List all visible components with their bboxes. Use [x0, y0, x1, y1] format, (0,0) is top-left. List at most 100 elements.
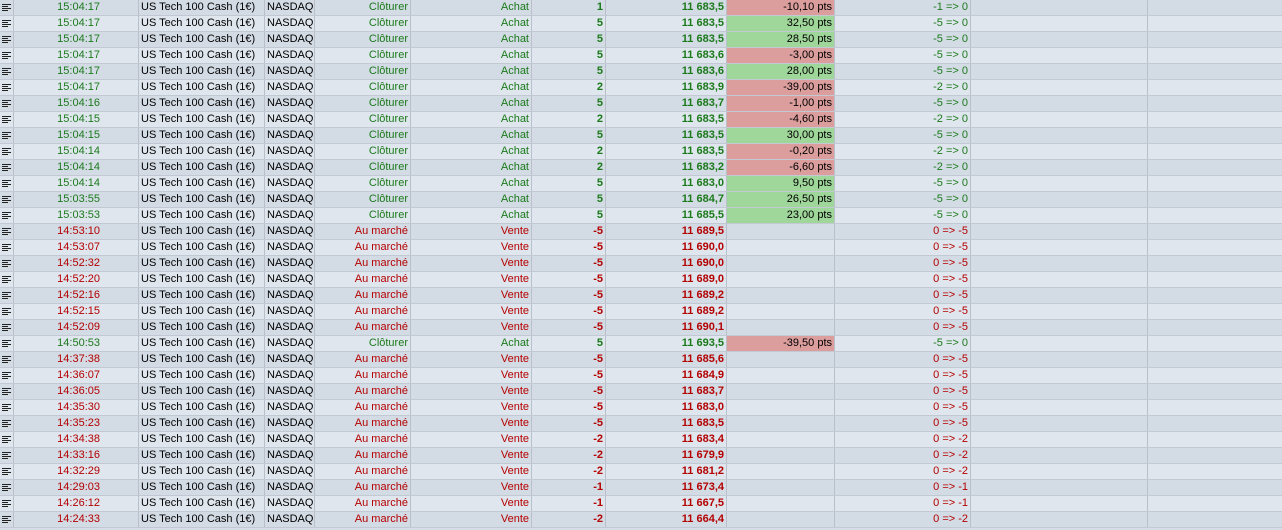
order-side: Vente: [411, 272, 532, 287]
table-row[interactable]: 14:53:07 US Tech 100 Cash (1€) NASDAQ Au…: [0, 240, 1282, 256]
table-row[interactable]: 14:24:33 US Tech 100 Cash (1€) NASDAQ Au…: [0, 512, 1282, 528]
document-lines-icon[interactable]: [0, 48, 14, 63]
document-lines-icon[interactable]: [0, 128, 14, 143]
order-type: Clôturer: [315, 160, 411, 175]
order-type: Au marché: [315, 512, 411, 527]
document-lines-icon[interactable]: [0, 432, 14, 447]
document-lines-icon[interactable]: [0, 240, 14, 255]
table-row[interactable]: 15:04:17 US Tech 100 Cash (1€) NASDAQ Cl…: [0, 32, 1282, 48]
table-row[interactable]: 15:03:53 US Tech 100 Cash (1€) NASDAQ Cl…: [0, 208, 1282, 224]
document-lines-icon[interactable]: [0, 160, 14, 175]
document-lines-icon[interactable]: [0, 480, 14, 495]
empty-cell: [971, 288, 1148, 303]
table-row[interactable]: 15:04:17 US Tech 100 Cash (1€) NASDAQ Cl…: [0, 48, 1282, 64]
document-lines-icon[interactable]: [0, 176, 14, 191]
table-row[interactable]: 14:52:15 US Tech 100 Cash (1€) NASDAQ Au…: [0, 304, 1282, 320]
table-row[interactable]: 15:04:16 US Tech 100 Cash (1€) NASDAQ Cl…: [0, 96, 1282, 112]
profit-loss: -1,00 pts: [727, 96, 835, 111]
profit-loss: -39,00 pts: [727, 80, 835, 95]
market-name: NASDAQ: [267, 288, 315, 303]
table-row[interactable]: 15:03:55 US Tech 100 Cash (1€) NASDAQ Cl…: [0, 192, 1282, 208]
table-row[interactable]: 14:36:05 US Tech 100 Cash (1€) NASDAQ Au…: [0, 384, 1282, 400]
empty-cell: [1148, 64, 1282, 79]
position-change: -2 => 0: [835, 112, 971, 127]
document-lines-icon[interactable]: [0, 368, 14, 383]
execution-price: 11 667,5: [606, 496, 727, 511]
document-lines-icon[interactable]: [0, 208, 14, 223]
trade-time: 14:36:05: [14, 384, 139, 399]
document-lines-icon[interactable]: [0, 288, 14, 303]
document-lines-icon[interactable]: [0, 400, 14, 415]
instrument-name: US Tech 100 Cash (1€): [139, 160, 265, 175]
quantity: -2: [532, 512, 606, 527]
empty-cell: [1148, 144, 1282, 159]
order-type: Au marché: [315, 368, 411, 383]
table-row[interactable]: 14:36:07 US Tech 100 Cash (1€) NASDAQ Au…: [0, 368, 1282, 384]
document-lines-icon[interactable]: [0, 448, 14, 463]
execution-price: 11 673,4: [606, 480, 727, 495]
document-lines-icon[interactable]: [0, 496, 14, 511]
table-row[interactable]: 14:32:29 US Tech 100 Cash (1€) NASDAQ Au…: [0, 464, 1282, 480]
table-row[interactable]: 14:53:10 US Tech 100 Cash (1€) NASDAQ Au…: [0, 224, 1282, 240]
table-row[interactable]: 15:04:17 US Tech 100 Cash (1€) NASDAQ Cl…: [0, 80, 1282, 96]
document-lines-icon[interactable]: [0, 320, 14, 335]
document-lines-icon[interactable]: [0, 32, 14, 47]
trade-time: 15:03:55: [14, 192, 139, 207]
empty-cell: [1148, 160, 1282, 175]
market-name: NASDAQ: [267, 416, 315, 431]
table-row[interactable]: 14:29:03 US Tech 100 Cash (1€) NASDAQ Au…: [0, 480, 1282, 496]
table-row[interactable]: 14:35:30 US Tech 100 Cash (1€) NASDAQ Au…: [0, 400, 1282, 416]
empty-cell: [1148, 16, 1282, 31]
document-lines-icon[interactable]: [0, 80, 14, 95]
order-type: Au marché: [315, 256, 411, 271]
order-side: Achat: [411, 48, 532, 63]
document-lines-icon[interactable]: [0, 304, 14, 319]
execution-price: 11 683,5: [606, 112, 727, 127]
instrument-name: US Tech 100 Cash (1€): [139, 176, 265, 191]
document-lines-icon[interactable]: [0, 192, 14, 207]
table-row[interactable]: 15:04:17 US Tech 100 Cash (1€) NASDAQ Cl…: [0, 16, 1282, 32]
table-row[interactable]: 14:52:09 US Tech 100 Cash (1€) NASDAQ Au…: [0, 320, 1282, 336]
position-change: 0 => -5: [835, 256, 971, 271]
document-lines-icon[interactable]: [0, 336, 14, 351]
table-row[interactable]: 14:26:12 US Tech 100 Cash (1€) NASDAQ Au…: [0, 496, 1282, 512]
table-row[interactable]: 15:04:14 US Tech 100 Cash (1€) NASDAQ Cl…: [0, 160, 1282, 176]
table-row[interactable]: 14:50:53 US Tech 100 Cash (1€) NASDAQ Cl…: [0, 336, 1282, 352]
table-row[interactable]: 15:04:17 US Tech 100 Cash (1€) NASDAQ Cl…: [0, 64, 1282, 80]
document-lines-icon[interactable]: [0, 416, 14, 431]
market-name: NASDAQ: [267, 368, 315, 383]
table-row[interactable]: 15:04:14 US Tech 100 Cash (1€) NASDAQ Cl…: [0, 176, 1282, 192]
document-lines-icon[interactable]: [0, 352, 14, 367]
document-lines-icon[interactable]: [0, 0, 14, 15]
document-lines-icon[interactable]: [0, 64, 14, 79]
document-lines-icon[interactable]: [0, 224, 14, 239]
empty-cell: [971, 304, 1148, 319]
document-lines-icon[interactable]: [0, 512, 14, 527]
table-row[interactable]: 14:52:16 US Tech 100 Cash (1€) NASDAQ Au…: [0, 288, 1282, 304]
instrument-name: US Tech 100 Cash (1€): [139, 288, 265, 303]
document-lines-icon[interactable]: [0, 464, 14, 479]
document-lines-icon[interactable]: [0, 256, 14, 271]
document-lines-icon[interactable]: [0, 144, 14, 159]
empty-cell: [1148, 352, 1282, 367]
table-row[interactable]: 15:04:15 US Tech 100 Cash (1€) NASDAQ Cl…: [0, 128, 1282, 144]
document-lines-icon[interactable]: [0, 16, 14, 31]
table-row[interactable]: 14:37:38 US Tech 100 Cash (1€) NASDAQ Au…: [0, 352, 1282, 368]
document-lines-icon[interactable]: [0, 384, 14, 399]
table-row[interactable]: 15:04:15 US Tech 100 Cash (1€) NASDAQ Cl…: [0, 112, 1282, 128]
document-lines-icon[interactable]: [0, 96, 14, 111]
instrument-name: US Tech 100 Cash (1€): [139, 496, 265, 511]
table-row[interactable]: 14:52:32 US Tech 100 Cash (1€) NASDAQ Au…: [0, 256, 1282, 272]
order-type: Au marché: [315, 352, 411, 367]
instrument-name: US Tech 100 Cash (1€): [139, 16, 265, 31]
table-row[interactable]: 14:35:23 US Tech 100 Cash (1€) NASDAQ Au…: [0, 416, 1282, 432]
table-row[interactable]: 15:04:14 US Tech 100 Cash (1€) NASDAQ Cl…: [0, 144, 1282, 160]
document-lines-icon[interactable]: [0, 272, 14, 287]
table-row[interactable]: 14:52:20 US Tech 100 Cash (1€) NASDAQ Au…: [0, 272, 1282, 288]
table-row[interactable]: 14:33:16 US Tech 100 Cash (1€) NASDAQ Au…: [0, 448, 1282, 464]
table-row[interactable]: 14:34:38 US Tech 100 Cash (1€) NASDAQ Au…: [0, 432, 1282, 448]
document-lines-icon[interactable]: [0, 112, 14, 127]
trade-time: 14:36:07: [14, 368, 139, 383]
order-side: Vente: [411, 448, 532, 463]
table-row[interactable]: 15:04:17 US Tech 100 Cash (1€) NASDAQ Cl…: [0, 0, 1282, 16]
